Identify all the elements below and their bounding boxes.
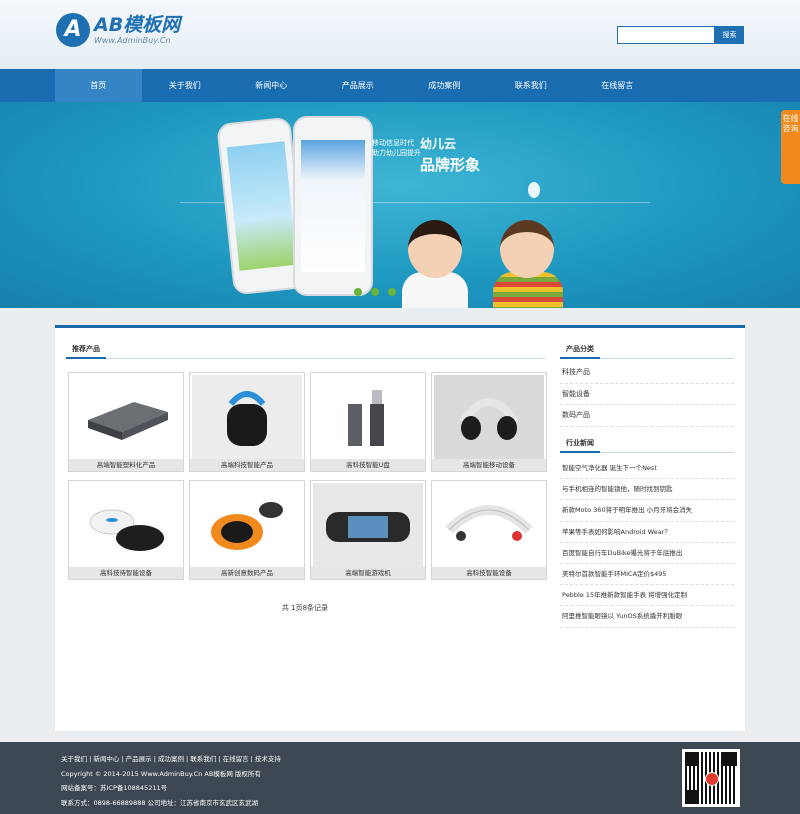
- qr-code-icon: [682, 749, 740, 807]
- logo-icon: A: [56, 13, 90, 47]
- slide-indicators: [354, 288, 396, 296]
- categories-heading: 产品分类: [560, 339, 734, 359]
- news-list: 智能空气净化器 诞生下一个Nest 与手机相连的智能锁他，随时找到钥匙 新款Mo…: [560, 458, 734, 628]
- footer-links[interactable]: 关于我们 | 新闻中心 | 产品展示 | 成功案例 | 联系我们 | 在线留言 …: [61, 752, 281, 767]
- router-box-icon: [71, 375, 181, 459]
- news-item[interactable]: 百度智能自行车DuBike曝光将于年底推出: [560, 543, 734, 564]
- search-button[interactable]: 搜索: [715, 26, 744, 44]
- news-item[interactable]: 美特尔首款智能手环MICA定价$495: [560, 564, 734, 586]
- headset-device-icon: [434, 375, 544, 459]
- site-footer: 关于我们 | 新闻中心 | 产品展示 | 成功案例 | 联系我们 | 在线留言 …: [0, 742, 800, 814]
- site-logo[interactable]: A AB模板网 Www.AdminBuy.Cn: [56, 13, 180, 47]
- nav-item-message[interactable]: 在线留言: [574, 69, 661, 102]
- product-caption: 高端智能塑料化产品: [69, 459, 183, 471]
- product-card[interactable]: 高新创意数码产品: [189, 480, 305, 580]
- phone-image: [293, 116, 373, 296]
- usb-drive-icon: [313, 375, 423, 459]
- news-item[interactable]: Pebble 15年推新款智能手表 将增强化定制: [560, 585, 734, 607]
- product-caption: 高科技智能设备: [432, 567, 546, 579]
- wireless-mouse-icon: [71, 483, 181, 567]
- category-list: 科技产品 智能设备 数码产品: [560, 362, 734, 427]
- nav-item-products[interactable]: 产品展示: [315, 69, 402, 102]
- logo-url: Www.AdminBuy.Cn: [94, 36, 171, 45]
- product-caption: 高新创意数码产品: [190, 567, 304, 579]
- slide-dot[interactable]: [354, 288, 362, 296]
- news-heading: 行业新闻: [560, 433, 734, 453]
- main-nav: 首页 关于我们 新闻中心 产品展示 成功案例 联系我们 在线留言: [0, 69, 800, 102]
- nav-item-news[interactable]: 新闻中心: [228, 69, 315, 102]
- main-content: 推荐产品 产品分类 高端智能塑料化产品 高端科技智能产品 高科技智能U盘 高端智…: [55, 325, 745, 731]
- online-consult-tab[interactable]: 在线咨询: [781, 110, 800, 184]
- projector-device-icon: [192, 483, 302, 567]
- category-item[interactable]: 数码产品: [560, 405, 734, 427]
- nav-item-cases[interactable]: 成功案例: [401, 69, 488, 102]
- speaker-device-icon: [192, 375, 302, 459]
- product-card[interactable]: 高科技智能U盘: [310, 372, 426, 472]
- pagination: 共 1页8条记录: [281, 604, 329, 612]
- footer-contact: 联系方式：0898-66889888 公司地址：江苏省南京市玄武区玄武湖: [61, 798, 259, 807]
- products-heading: 推荐产品: [66, 339, 545, 359]
- news-item[interactable]: 新款Moto 360将于明年推出 小月牙将会消失: [560, 500, 734, 522]
- search-input[interactable]: [617, 26, 715, 44]
- product-card[interactable]: 高端智能塑料化产品: [68, 372, 184, 472]
- category-item[interactable]: 科技产品: [560, 362, 734, 384]
- slide-dot[interactable]: [388, 288, 396, 296]
- hero-banner[interactable]: 移动信息时代 助力幼儿园提升 幼儿云 品牌形象: [0, 102, 800, 308]
- product-grid: 高端智能塑料化产品 高端科技智能产品 高科技智能U盘 高端智能移动设备 高科技待…: [68, 372, 547, 580]
- product-caption: 高科技待智能设备: [69, 567, 183, 579]
- footer-copyright: Copyright © 2014-2015 Www.AdminBuy.Cn AB…: [61, 769, 261, 778]
- product-card[interactable]: 高端科技智能产品: [189, 372, 305, 472]
- category-item[interactable]: 智能设备: [560, 384, 734, 405]
- nav-item-about[interactable]: 关于我们: [142, 69, 229, 102]
- nav-item-home[interactable]: 首页: [55, 69, 142, 102]
- child-image: [408, 220, 462, 278]
- wearable-band-icon: [434, 483, 544, 567]
- logo-title: AB模板网: [94, 14, 181, 36]
- search-form: 搜索: [617, 26, 744, 44]
- product-caption: 高科技智能U盘: [311, 459, 425, 471]
- news-item[interactable]: 阿里推智能眼镜以 YunOS系统撬开利胎眼: [560, 606, 734, 628]
- product-caption: 高端智能移动设备: [432, 459, 546, 471]
- lightbulb-icon: [528, 182, 540, 198]
- product-caption: 高端科技智能产品: [190, 459, 304, 471]
- banner-brand: 幼儿云 品牌形象: [420, 137, 481, 174]
- child-image: [500, 220, 554, 278]
- news-item[interactable]: 智能空气净化器 诞生下一个Nest: [560, 458, 734, 480]
- product-caption: 高端智能游戏机: [311, 567, 425, 579]
- news-item[interactable]: 苹果等手表如何影响Android Wear？: [560, 522, 734, 543]
- product-card[interactable]: 高科技待智能设备: [68, 480, 184, 580]
- nav-item-contact[interactable]: 联系我们: [488, 69, 575, 102]
- footer-icp: 网站备案号：苏ICP备108845211号: [61, 784, 168, 792]
- banner-tagline: 移动信息时代 助力幼儿园提升: [372, 139, 421, 157]
- site-header: A AB模板网 Www.AdminBuy.Cn 搜索: [0, 0, 800, 69]
- product-card[interactable]: 高科技智能设备: [431, 480, 547, 580]
- game-console-icon: [313, 483, 423, 567]
- product-card[interactable]: 高端智能游戏机: [310, 480, 426, 580]
- product-card[interactable]: 高端智能移动设备: [431, 372, 547, 472]
- slide-dot[interactable]: [371, 288, 379, 296]
- news-item[interactable]: 与手机相连的智能锁他，随时找到钥匙: [560, 479, 734, 501]
